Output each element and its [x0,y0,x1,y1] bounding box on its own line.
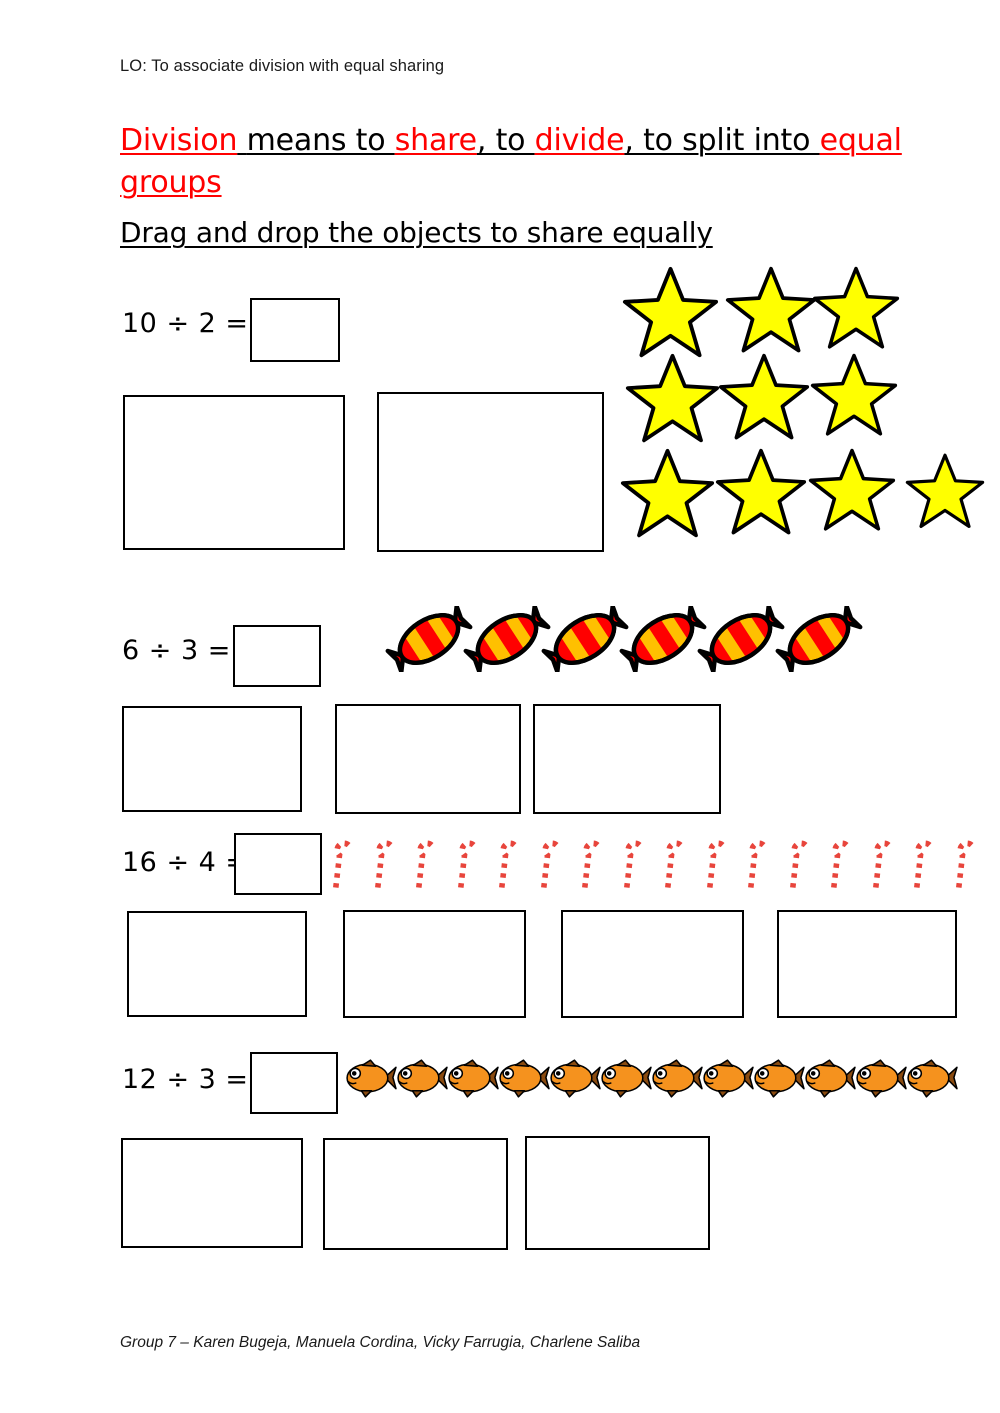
candy-cane-icon[interactable] [576,828,606,895]
title-text-split-into: , to split into [624,123,820,158]
fish-icon[interactable] [546,1057,602,1104]
candy-cane-icon[interactable] [452,828,482,895]
title-text-means-to: means to [246,123,395,158]
star-icon[interactable] [715,447,807,544]
candy-cane-icon[interactable] [618,828,648,895]
candy-cane-icon[interactable] [410,828,440,895]
fish-icon[interactable] [852,1057,908,1104]
candy-cane-icon[interactable] [950,828,980,895]
candy-cane-icon[interactable] [784,828,814,895]
candy-cane-icon[interactable] [659,828,689,895]
fish-icon[interactable] [750,1057,806,1104]
candy-cane-icon[interactable] [867,828,897,895]
drop-zone-problem-3-c[interactable] [561,910,744,1018]
candy-icon[interactable] [463,603,551,677]
drop-zone-problem-3-a[interactable] [127,911,307,1017]
candy-cane-icon[interactable] [742,828,772,895]
drop-zone-problem-1-b[interactable] [377,392,604,552]
candy-cane-icon[interactable] [493,828,523,895]
candy-cane-icon[interactable] [535,828,565,895]
drop-zone-problem-2-a[interactable] [122,706,302,812]
page-title: Division means to share, to divide, to s… [120,120,920,204]
star-icon[interactable] [808,447,896,540]
equation-problem-1: 10 ÷ 2 = [122,308,249,339]
equation-problem-3: 16 ÷ 4 = [122,847,249,878]
drop-zone-problem-3-d[interactable] [777,910,957,1018]
equation-problem-2: 6 ÷ 3 = [122,635,231,666]
star-icon[interactable] [620,447,715,547]
drop-zone-problem-4-a[interactable] [121,1138,303,1248]
star-icon[interactable] [725,265,817,362]
title-word-divide: divide [534,123,625,158]
candy-icon[interactable] [697,603,785,677]
fish-icon[interactable] [801,1057,857,1104]
candy-icon[interactable] [619,603,707,677]
fish-icon[interactable] [903,1057,959,1104]
drop-zone-problem-2-c[interactable] [533,704,721,814]
drop-zone-problem-4-b[interactable] [323,1138,508,1250]
candy-cane-icon[interactable] [327,828,357,895]
worksheet-page: LO: To associate division with equal sha… [0,0,1000,1413]
drop-zone-problem-3-b[interactable] [343,910,526,1018]
fish-icon[interactable] [648,1057,704,1104]
drop-zone-problem-1-a[interactable] [123,395,345,550]
star-icon[interactable] [625,352,720,452]
fish-icon[interactable] [393,1057,449,1104]
candy-icon[interactable] [541,603,629,677]
fish-icon[interactable] [444,1057,500,1104]
fish-icon[interactable] [342,1057,398,1104]
title-word-share: share [394,123,477,158]
answer-box-problem-4[interactable] [250,1052,338,1114]
candy-cane-icon[interactable] [825,828,855,895]
candy-cane-icon[interactable] [701,828,731,895]
fish-icon[interactable] [597,1057,653,1104]
answer-box-problem-1[interactable] [250,298,340,362]
fish-icon[interactable] [495,1057,551,1104]
title-space-1 [237,123,246,158]
answer-box-problem-3[interactable] [234,833,322,895]
candy-cane-icon[interactable] [908,828,938,895]
drop-zone-problem-2-b[interactable] [335,704,521,814]
equation-problem-4: 12 ÷ 3 = [122,1064,249,1095]
candy-cane-icon[interactable] [369,828,399,895]
title-word-division: Division [120,123,238,158]
fish-icon[interactable] [699,1057,755,1104]
star-icon[interactable] [718,352,810,449]
star-icon[interactable] [812,265,900,358]
instruction-text: Drag and drop the objects to share equal… [120,216,713,249]
title-text-to: , to [476,123,535,158]
star-icon[interactable] [810,352,898,445]
learning-objective: LO: To associate division with equal sha… [120,57,445,75]
footer-credits: Group 7 – Karen Bugeja, Manuela Cordina,… [120,1334,641,1351]
star-icon[interactable] [905,452,985,537]
drop-zone-problem-4-c[interactable] [525,1136,710,1250]
answer-box-problem-2[interactable] [233,625,321,687]
candy-icon[interactable] [385,603,473,677]
candy-icon[interactable] [775,603,863,677]
